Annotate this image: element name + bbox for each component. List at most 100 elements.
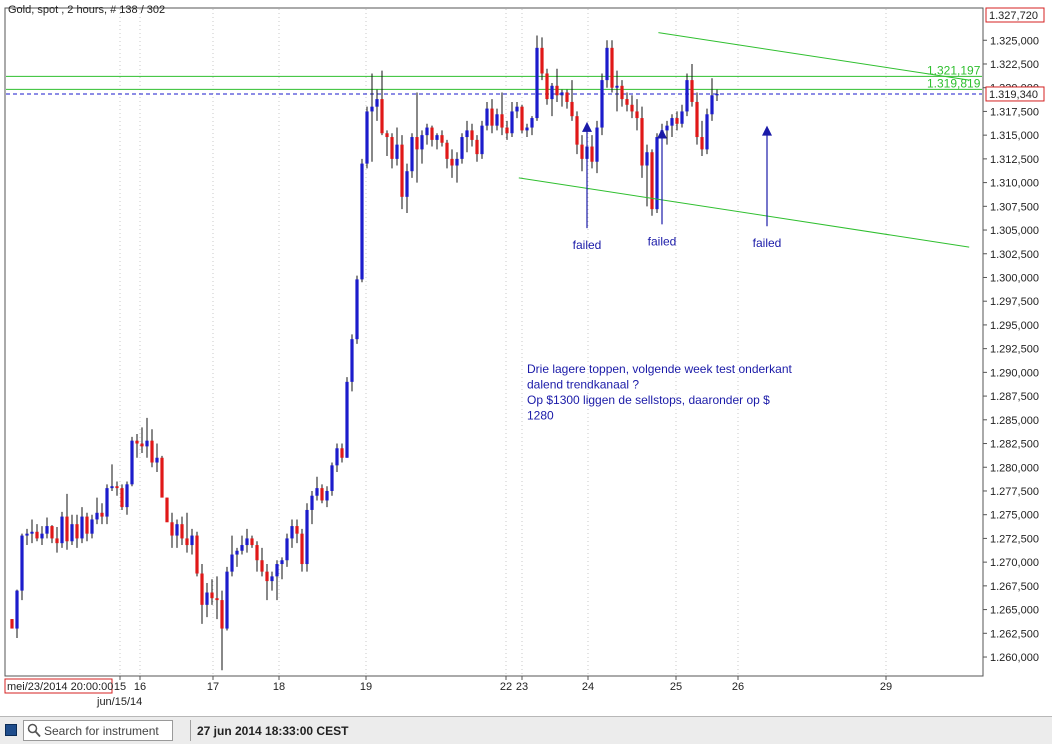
price-tick-label: 1.310,000: [990, 178, 1039, 190]
candle-body: [380, 99, 384, 134]
price-chart[interactable]: 1.321,1971.319,819 failed failed failed 1.…: [0, 0, 1052, 716]
time-axis[interactable]: 15 16 17 18 19 22 23 24 25 26 29 mei/23/2014 20:00:…: [4, 676, 892, 708]
candle-body: [670, 118, 674, 126]
candle-body: [410, 137, 414, 172]
time-tick-label: 17: [207, 681, 219, 693]
candle-body: [280, 560, 284, 565]
price-tick-label: 1.285,000: [990, 415, 1039, 427]
candle-body: [25, 533, 29, 536]
candle-body: [225, 571, 229, 629]
candle-body: [230, 554, 234, 572]
candle: [305, 503, 309, 572]
candle-body: [610, 47, 614, 88]
chart-title: Gold, spot , 2 hours, # 138 / 302: [8, 4, 165, 16]
candle-body: [695, 101, 699, 138]
candle-body: [330, 465, 334, 491]
candle-body: [635, 111, 639, 119]
candle-body: [290, 526, 294, 539]
price-tick-label: 1.322,500: [990, 59, 1039, 71]
candle-body: [535, 47, 539, 119]
candle-body: [710, 95, 714, 115]
candle-body: [130, 440, 134, 485]
candle-body: [650, 152, 654, 210]
candle: [365, 106, 369, 169]
candle-body: [690, 80, 694, 102]
candle-body: [195, 535, 199, 574]
price-tick-label: 1.277,500: [990, 486, 1039, 498]
price-tick-label: 1.307,500: [990, 201, 1039, 213]
candle-body: [10, 619, 14, 629]
candle-body: [645, 152, 649, 166]
candle: [345, 377, 349, 458]
candle-body: [335, 448, 339, 466]
candle-body: [345, 381, 349, 458]
price-axis[interactable]: 1.325,0001.322,5001.320,0001.317,5001.31…: [982, 7, 1045, 676]
candle-body: [65, 516, 69, 542]
candle-body: [615, 85, 619, 88]
search-box[interactable]: [23, 720, 173, 741]
candle-body: [285, 538, 289, 561]
instrument-square-icon[interactable]: [5, 724, 17, 736]
candle: [330, 462, 334, 496]
candle: [10, 619, 14, 629]
candle-body: [485, 108, 489, 126]
price-tick-label: 1.292,500: [990, 344, 1039, 356]
candle-body: [255, 545, 259, 561]
candle-body: [625, 99, 629, 105]
candle-body: [420, 135, 424, 150]
annotation-line: 1280: [527, 409, 554, 423]
price-tick-label: 1.312,500: [990, 154, 1039, 166]
price-tick-label: 1.267,500: [990, 581, 1039, 593]
candle-body: [125, 484, 129, 508]
candle-body: [350, 339, 354, 382]
candle-body: [15, 590, 19, 629]
candle-body: [400, 144, 404, 197]
candle-body: [180, 524, 184, 539]
candle: [535, 35, 539, 121]
candle-body: [260, 560, 264, 572]
candle-body: [115, 486, 119, 489]
search-input[interactable]: [44, 722, 170, 739]
candle-body: [135, 440, 139, 444]
candle-body: [250, 538, 254, 546]
price-tick-label: 1.280,000: [990, 462, 1039, 474]
candle-body: [490, 108, 494, 126]
candle-body: [675, 118, 679, 124]
candle-body: [360, 163, 364, 280]
candle: [60, 511, 64, 548]
start-date-label: mei/23/2014 20:00:00: [7, 681, 113, 693]
time-tick-label: 15: [114, 681, 126, 693]
candle: [225, 566, 229, 631]
candle: [600, 73, 604, 136]
status-bar: 27 jun 2014 18:33:00 CEST: [0, 716, 1052, 744]
candle: [410, 133, 414, 178]
candle: [520, 104, 524, 134]
plot-area[interactable]: [4, 7, 984, 677]
price-tick-label: 1.275,000: [990, 510, 1039, 522]
price-tick-label: 1.290,000: [990, 367, 1039, 379]
top-price-label: 1.327,720: [989, 10, 1038, 22]
candle-body: [435, 135, 439, 140]
candle-body: [460, 137, 464, 159]
candle-body: [235, 550, 239, 555]
candle-body: [495, 114, 499, 126]
candle-body: [440, 135, 444, 143]
candle-body: [45, 526, 49, 534]
candle-body: [375, 99, 379, 107]
candle-body: [580, 144, 584, 159]
candle-body: [430, 127, 434, 140]
candle-body: [340, 448, 344, 458]
candle: [610, 40, 614, 93]
candle-body: [150, 440, 154, 463]
candle-body: [300, 533, 304, 565]
candle-body: [600, 80, 604, 128]
candle-body: [20, 535, 24, 591]
candle-body: [120, 488, 124, 508]
price-tick-label: 1.317,500: [990, 106, 1039, 118]
candle-body: [665, 125, 669, 131]
candle-body: [405, 171, 409, 197]
price-tick-label: 1.270,000: [990, 557, 1039, 569]
price-tick-label: 1.325,000: [990, 35, 1039, 47]
annotation-line: dalend trendkanaal ?: [527, 378, 639, 392]
candle-body: [630, 104, 634, 112]
